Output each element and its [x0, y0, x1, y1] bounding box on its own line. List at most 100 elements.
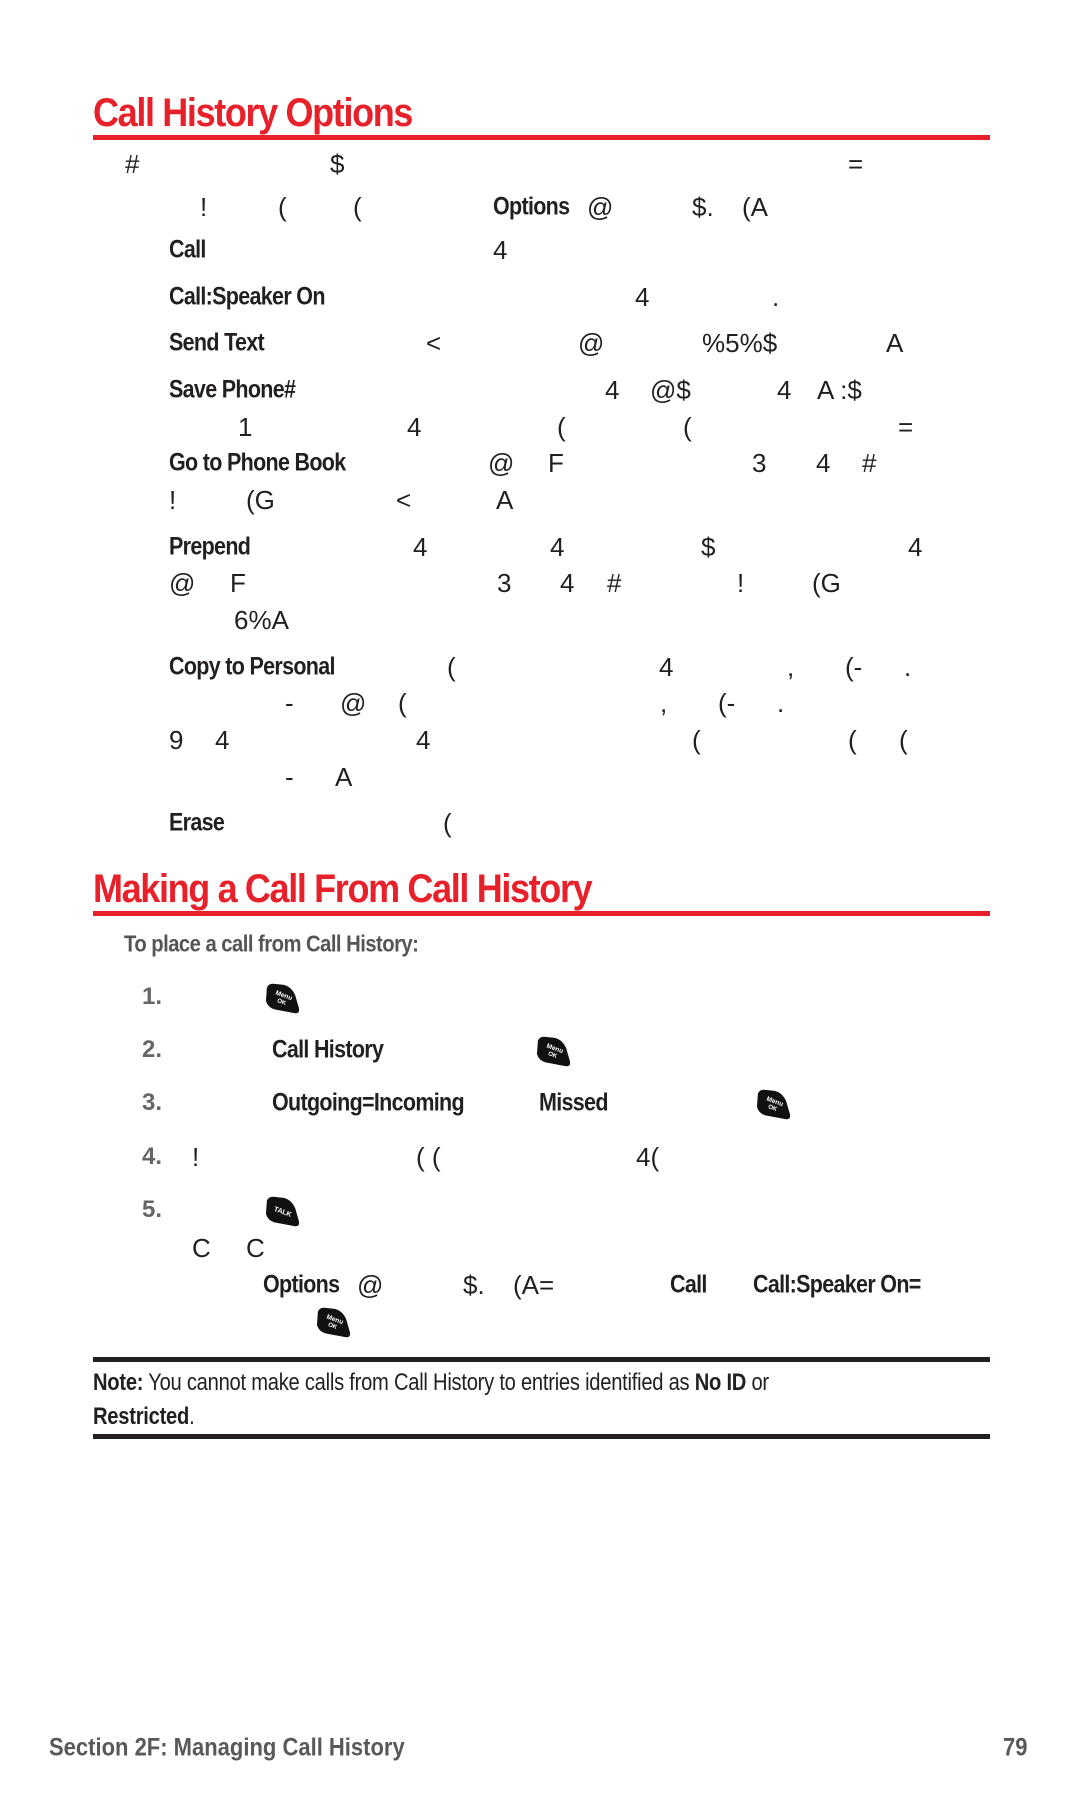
- talk-key-icon: TALK: [263, 1195, 301, 1229]
- body-glyph: 3: [752, 448, 767, 478]
- body-glyph: $: [330, 149, 345, 179]
- step-number: 1.: [142, 983, 163, 1010]
- body-glyph: !: [192, 1142, 200, 1172]
- body-glyph: A: [496, 485, 514, 515]
- body-glyph: .: [904, 652, 912, 682]
- body-glyph: 4: [659, 652, 674, 682]
- note-text: You cannot make calls from Call History …: [143, 1369, 695, 1396]
- body-glyph: 4: [550, 532, 565, 562]
- body-glyph: !: [737, 568, 745, 598]
- bold-term: Call History: [272, 1035, 384, 1064]
- body-glyph: %5%$: [702, 328, 778, 358]
- footer-section-title: Section 2F: Managing Call History: [49, 1733, 405, 1762]
- body-glyph: .: [777, 688, 785, 718]
- body-glyph: C: [246, 1233, 265, 1263]
- body-glyph: 9: [169, 725, 184, 755]
- body-glyph: (A: [742, 192, 768, 222]
- body-glyph: =: [848, 149, 864, 179]
- body-glyph: #: [862, 448, 877, 478]
- menu-ok-key-icon: Menu OK: [754, 1088, 792, 1122]
- note-or: or: [746, 1369, 769, 1396]
- body-glyph: (G: [246, 485, 275, 515]
- body-glyph: 4: [777, 375, 792, 405]
- body-glyph: (: [398, 688, 407, 718]
- body-glyph: 4: [635, 282, 650, 312]
- body-glyph: $.: [463, 1270, 485, 1300]
- body-glyph: ,: [787, 652, 795, 682]
- body-glyph: !: [169, 485, 177, 515]
- body-glyph: #: [125, 149, 140, 179]
- procedure-subtitle: To place a call from Call History:: [124, 930, 419, 957]
- body-glyph: #: [607, 568, 622, 598]
- note-label: Note:: [93, 1369, 144, 1396]
- section-heading-making-a-call: Making a Call From Call History: [93, 867, 593, 911]
- body-glyph: (: [278, 192, 287, 222]
- option-label: Save Phone#: [169, 375, 296, 404]
- body-glyph: (: [557, 412, 566, 442]
- body-glyph: .: [772, 282, 780, 312]
- option-label: Call:Speaker On: [169, 282, 325, 311]
- body-glyph: -: [285, 688, 294, 718]
- body-glyph: (: [848, 725, 857, 755]
- body-glyph: ( (: [416, 1142, 441, 1172]
- body-glyph: -: [285, 762, 294, 792]
- step-number: 3.: [142, 1089, 163, 1116]
- bold-term: Options: [493, 192, 570, 221]
- page-number: 79: [1003, 1733, 1028, 1762]
- body-glyph: (: [683, 412, 692, 442]
- body-glyph: (: [353, 192, 362, 222]
- body-glyph: F: [548, 448, 564, 478]
- bold-term: Options: [263, 1270, 340, 1299]
- heading-rule: [93, 911, 990, 916]
- body-glyph: 4: [908, 532, 923, 562]
- body-glyph: (-: [845, 652, 863, 682]
- body-glyph: 4: [560, 568, 575, 598]
- body-glyph: 1: [238, 412, 253, 442]
- body-glyph: 4: [816, 448, 831, 478]
- body-glyph: 6%A: [234, 605, 289, 635]
- body-glyph: 4: [416, 725, 431, 755]
- body-glyph: !: [200, 192, 208, 222]
- body-glyph: 4: [407, 412, 422, 442]
- note-line-1: Note: You cannot make calls from Call Hi…: [93, 1371, 769, 1395]
- body-glyph: 3: [497, 568, 512, 598]
- body-glyph: @: [169, 568, 196, 598]
- body-glyph: @: [578, 328, 605, 358]
- heading-rule: [93, 135, 990, 140]
- note-restricted: Restricted: [93, 1403, 190, 1430]
- section-heading-call-history-options: Call History Options: [93, 91, 413, 135]
- body-glyph: @: [587, 192, 614, 222]
- body-glyph: 4: [605, 375, 620, 405]
- body-glyph: $: [701, 532, 716, 562]
- bold-term: Missed: [539, 1088, 608, 1117]
- option-label: Go to Phone Book: [169, 448, 346, 477]
- body-glyph: A: [335, 762, 353, 792]
- body-glyph: (: [443, 808, 452, 838]
- body-glyph: (-: [718, 688, 736, 718]
- step-number: 2.: [142, 1036, 163, 1063]
- body-glyph: =: [898, 412, 914, 442]
- body-glyph: (: [899, 725, 908, 755]
- body-glyph: (G: [812, 568, 841, 598]
- body-glyph: @: [488, 448, 515, 478]
- body-glyph: $.: [692, 192, 714, 222]
- body-glyph: 4: [493, 235, 508, 265]
- menu-ok-key-icon: Menu OK: [534, 1035, 572, 1069]
- bold-term: Call: [670, 1270, 707, 1299]
- option-label: Erase: [169, 808, 225, 837]
- note-period: .: [189, 1403, 195, 1430]
- step-number: 4.: [142, 1143, 163, 1170]
- note-top-rule: [93, 1357, 990, 1362]
- body-glyph: @: [340, 688, 367, 718]
- body-glyph: F: [230, 568, 246, 598]
- option-label: Call: [169, 235, 206, 264]
- bold-term: Call:Speaker On=: [753, 1270, 921, 1299]
- body-glyph: A: [886, 328, 904, 358]
- body-glyph: <: [396, 485, 412, 515]
- option-label: Send Text: [169, 328, 265, 357]
- note-bottom-rule: [93, 1434, 990, 1439]
- body-glyph: C: [192, 1233, 211, 1263]
- body-glyph: ,: [660, 688, 668, 718]
- note-no-id: No ID: [694, 1369, 747, 1396]
- body-glyph: @$: [650, 375, 691, 405]
